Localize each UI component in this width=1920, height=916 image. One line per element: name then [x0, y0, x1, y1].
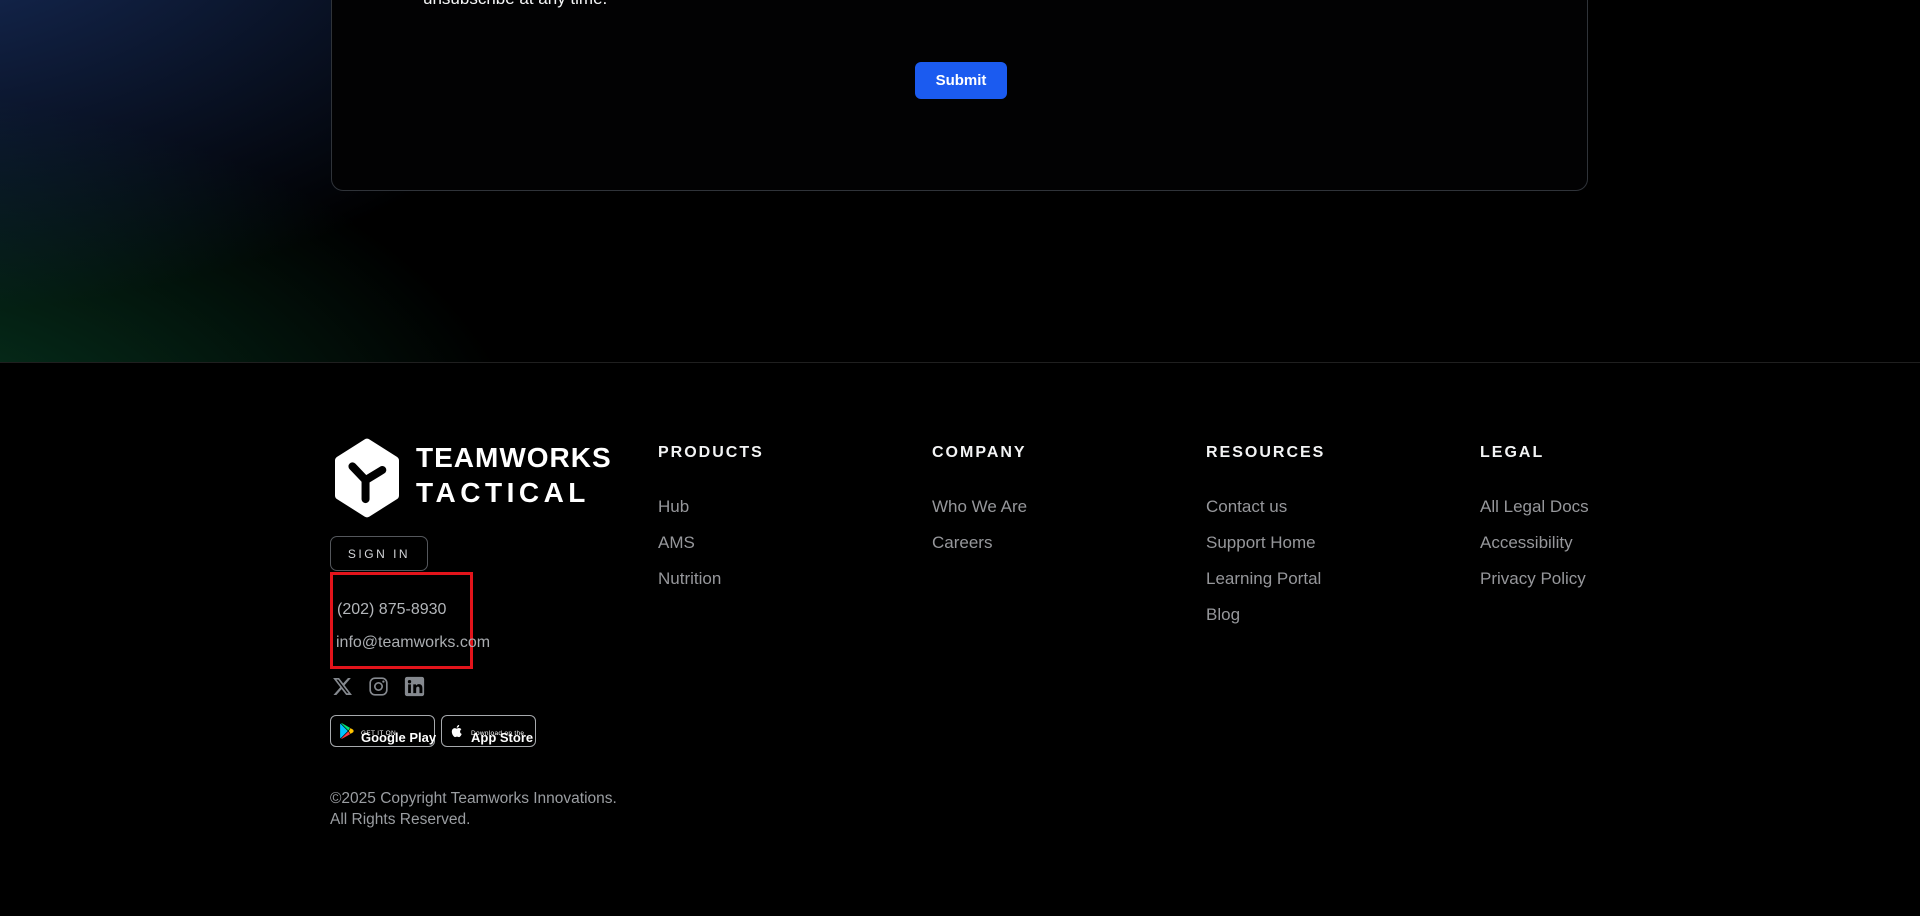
footer-column-title: COMPANY	[932, 444, 1182, 462]
footer-column-products: PRODUCTS Hub AMS Nutrition	[658, 444, 908, 606]
contact-highlight-box: (202) 875-8930 info@teamworks.com	[330, 572, 473, 669]
footer-link[interactable]: Hub	[658, 498, 908, 515]
footer-link[interactable]: Who We Are	[932, 498, 1182, 515]
footer-link[interactable]: Careers	[932, 534, 1182, 551]
footer-column-legal: LEGAL All Legal Docs Accessibility Privacy…	[1480, 444, 1730, 606]
footer-link[interactable]: Contact us	[1206, 498, 1456, 515]
footer-link[interactable]: Privacy Policy	[1480, 570, 1730, 587]
app-store-name: App Store	[471, 731, 533, 744]
app-store-badge[interactable]: Download on the App Store	[441, 715, 536, 747]
footer: TEAMWORKS TACTICAL SIGN IN (202) 875-893…	[0, 362, 1920, 916]
footer-link[interactable]: Blog	[1206, 606, 1456, 623]
google-play-icon	[338, 722, 355, 740]
footer-link[interactable]: Learning Portal	[1206, 570, 1456, 587]
brand-name-line2: TACTICAL	[416, 477, 590, 509]
newsletter-card: unsubscribe at any time. Submit	[331, 0, 1588, 191]
newsletter-disclaimer: unsubscribe at any time.	[423, 0, 607, 10]
submit-button[interactable]: Submit	[915, 62, 1007, 99]
phone-link[interactable]: (202) 875-8930	[337, 601, 446, 619]
email-link[interactable]: info@teamworks.com	[336, 634, 490, 652]
copyright-line2: All Rights Reserved.	[330, 811, 470, 829]
copyright-line1: ©2025 Copyright Teamworks Innovations.	[330, 790, 617, 808]
google-play-name: Google Play	[361, 731, 436, 744]
footer-link[interactable]: Support Home	[1206, 534, 1456, 551]
footer-column-title: LEGAL	[1480, 444, 1730, 462]
sign-in-button[interactable]: SIGN IN	[330, 536, 428, 571]
footer-link[interactable]: Nutrition	[658, 570, 908, 587]
apple-icon	[449, 722, 465, 740]
brand-name-line1: TEAMWORKS	[416, 442, 612, 474]
google-play-badge[interactable]: GET IT ON Google Play	[330, 715, 435, 747]
brand-hexagon-icon	[330, 438, 404, 518]
newsletter-section: unsubscribe at any time. Submit	[0, 0, 1920, 362]
footer-column-title: PRODUCTS	[658, 444, 908, 462]
footer-link[interactable]: Accessibility	[1480, 534, 1730, 551]
footer-column-resources: RESOURCES Contact us Support Home Learning…	[1206, 444, 1456, 642]
instagram-icon[interactable]	[368, 676, 389, 697]
footer-link[interactable]: All Legal Docs	[1480, 498, 1730, 515]
linkedin-icon[interactable]	[404, 676, 425, 697]
footer-column-title: RESOURCES	[1206, 444, 1456, 462]
footer-column-company: COMPANY Who We Are Careers	[932, 444, 1182, 570]
x-icon[interactable]	[332, 676, 353, 697]
footer-link[interactable]: AMS	[658, 534, 908, 551]
brand-logo[interactable]: TEAMWORKS TACTICAL	[330, 436, 610, 518]
